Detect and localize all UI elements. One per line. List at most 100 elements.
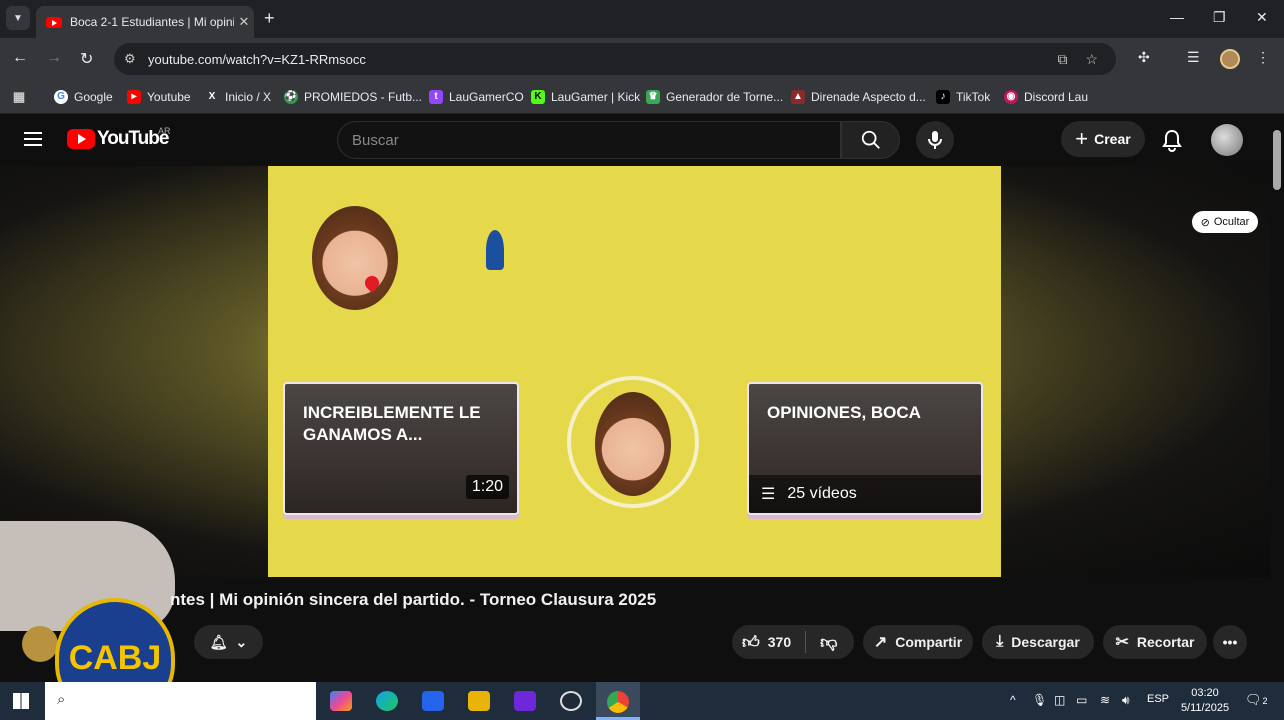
address-bar[interactable]: ⚙ youtube.com/watch?v=KZ1-RRmsocc ⧉ ☆ bbox=[114, 43, 1116, 75]
taskbar-search-box[interactable]: ⌕ bbox=[45, 682, 316, 720]
share-icon: ↗ bbox=[873, 634, 888, 651]
tray-volume-icon[interactable]: 🔊︎ bbox=[1122, 693, 1130, 708]
copilot-icon[interactable] bbox=[330, 691, 352, 711]
search-input[interactable]: Buscar bbox=[337, 121, 841, 159]
browser-title-bar: ▼ Boca 2-1 Estudiantes | Mi opinión ✕ + … bbox=[0, 0, 1284, 38]
video-player[interactable]: INCREIBLEMENTE LE GANAMOS A... 1:20 OPIN… bbox=[0, 166, 1270, 631]
forward-icon[interactable]: → bbox=[46, 49, 62, 67]
tray-overflow-icon[interactable]: ^ bbox=[1010, 693, 1016, 707]
search-button[interactable] bbox=[841, 121, 900, 159]
extensions-icon[interactable]: ✣ bbox=[1138, 49, 1150, 66]
maximize-icon[interactable]: ❐ bbox=[1213, 9, 1226, 26]
trophy-icon: ♛ bbox=[646, 90, 660, 104]
outlook-icon[interactable] bbox=[422, 691, 444, 711]
chrome-icon bbox=[607, 691, 629, 713]
scissors-icon: ✂ bbox=[1115, 634, 1129, 651]
channel-subscribe-avatar[interactable] bbox=[567, 376, 699, 508]
windows-start-icon[interactable] bbox=[13, 693, 29, 709]
bookmark-twitch[interactable]: t LauGamerCO bbox=[429, 87, 524, 107]
thumbs-down-icon: 👎︎ bbox=[820, 632, 838, 652]
direnade-icon: ▲ bbox=[791, 90, 805, 104]
tray-language[interactable]: ESP bbox=[1147, 693, 1169, 705]
obs-recorder-icon[interactable] bbox=[560, 691, 582, 711]
bookmark-star-icon[interactable]: ☆ bbox=[1085, 51, 1098, 68]
tray-clock[interactable]: 03:20 5/11/2025 bbox=[1180, 686, 1230, 716]
more-actions-button[interactable]: ••• bbox=[1213, 625, 1247, 659]
tiktok-icon: ♪ bbox=[936, 90, 950, 104]
install-app-icon[interactable]: ⧉ bbox=[1057, 51, 1067, 68]
channel-avatar[interactable] bbox=[22, 626, 58, 662]
notification-center-icon[interactable]: 🗨︎2 bbox=[1245, 692, 1268, 708]
tray-wifi-icon[interactable]: ≋ bbox=[1100, 693, 1110, 707]
site-info-icon[interactable]: ⚙ bbox=[124, 51, 146, 67]
back-icon[interactable]: ← bbox=[12, 49, 28, 67]
microphone-icon bbox=[928, 131, 942, 149]
channel-avatar-illustration bbox=[595, 392, 671, 496]
download-icon: ⤓ bbox=[996, 633, 1004, 650]
playlist-count-bar: ☰ 25 vídeos bbox=[749, 475, 981, 513]
url-text[interactable]: youtube.com/watch?v=KZ1-RRmsocc bbox=[148, 52, 1057, 67]
bookmark-youtube[interactable]: ▸ Youtube bbox=[127, 87, 191, 107]
plus-icon: + bbox=[1075, 126, 1089, 151]
close-window-icon[interactable]: ✕ bbox=[1256, 9, 1268, 26]
bookmark-discord[interactable]: ◉ Discord Lau bbox=[1004, 87, 1088, 107]
reload-icon[interactable]: ↻ bbox=[80, 49, 93, 69]
menu-kebab-icon[interactable]: ⋮ bbox=[1256, 49, 1270, 66]
file-explorer-icon[interactable] bbox=[468, 691, 490, 711]
clip-button[interactable]: ✂ Recortar bbox=[1103, 625, 1207, 659]
tab-search-button[interactable]: ▼ bbox=[6, 6, 30, 30]
divider bbox=[805, 631, 807, 653]
share-button[interactable]: ↗ Compartir bbox=[863, 625, 973, 659]
voice-search-button[interactable] bbox=[916, 121, 954, 159]
endscreen-video-title: INCREIBLEMENTE LE GANAMOS A... bbox=[303, 403, 481, 444]
close-tab-icon[interactable]: ✕ bbox=[234, 14, 254, 30]
hamburger-menu-icon[interactable] bbox=[24, 132, 42, 146]
download-button[interactable]: ⤓ Descargar bbox=[982, 625, 1094, 659]
apps-grid-icon[interactable]: ▦ bbox=[12, 87, 32, 107]
twitch-icon: t bbox=[429, 90, 443, 104]
youtube-favicon-icon bbox=[46, 16, 62, 28]
bookmark-google[interactable]: G Google bbox=[54, 87, 113, 107]
endscreen-playlist-title: OPINIONES, BOCA bbox=[767, 403, 921, 422]
edge-browser-icon[interactable] bbox=[376, 691, 398, 711]
search-icon bbox=[861, 130, 880, 149]
page-scrollbar[interactable] bbox=[1270, 114, 1284, 682]
scrollbar-thumb[interactable] bbox=[1273, 130, 1281, 190]
bookmark-tiktok[interactable]: ♪ TikTok bbox=[936, 87, 990, 107]
bookmarks-bar: ▦ G Google ▸ Youtube X Inicio / X ⚽ PROMIEDO… bbox=[0, 80, 1284, 114]
kick-icon: K bbox=[531, 90, 545, 104]
active-tab[interactable]: Boca 2-1 Estudiantes | Mi opinión ✕ bbox=[36, 6, 254, 38]
account-avatar[interactable] bbox=[1211, 124, 1243, 156]
notifications-bell-icon[interactable] bbox=[1161, 128, 1183, 152]
create-button[interactable]: + Crear bbox=[1061, 121, 1145, 157]
browser-toolbar: ← → ↻ ⚙ youtube.com/watch?v=KZ1-RRmsocc … bbox=[0, 38, 1284, 80]
tray-battery-icon[interactable]: ▭ bbox=[1076, 693, 1087, 707]
new-tab-icon[interactable]: + bbox=[264, 8, 275, 29]
playlist-icon: ☰ bbox=[761, 486, 776, 503]
subscription-bell-button[interactable]: 🔔︎ ⌄ bbox=[194, 625, 263, 659]
tray-camera-icon[interactable]: ◫ bbox=[1054, 693, 1065, 707]
figure-decoration bbox=[486, 230, 504, 270]
endscreen-video-card[interactable]: INCREIBLEMENTE LE GANAMOS A... 1:20 bbox=[283, 382, 519, 515]
media-queue-icon[interactable]: ☰ bbox=[1187, 49, 1200, 66]
like-button[interactable]: 👍︎ 370 bbox=[742, 632, 791, 653]
bookmark-x[interactable]: X Inicio / X bbox=[205, 87, 271, 107]
bookmark-kick[interactable]: K LauGamer | Kick bbox=[531, 87, 640, 107]
video-title: ntes | Mi opinión sincera del partido. -… bbox=[170, 590, 657, 609]
eye-off-icon: ⊘ bbox=[1200, 216, 1210, 229]
chrome-taskbar-button[interactable] bbox=[596, 682, 640, 720]
tray-mic-icon[interactable]: 🎙︎ bbox=[1032, 693, 1047, 707]
hide-endscreen-button[interactable]: ⊘ Ocultar bbox=[1192, 211, 1258, 233]
bookmark-promiedos[interactable]: ⚽ PROMIEDOS - Futb... bbox=[284, 87, 422, 107]
youtube-logo-icon[interactable] bbox=[67, 129, 95, 149]
endscreen-playlist-card[interactable]: OPINIONES, BOCA ☰ 25 vídeos bbox=[747, 382, 983, 515]
bookmark-generator[interactable]: ♛ Generador de Torne... bbox=[646, 87, 783, 107]
like-dislike-group: 👍︎ 370 👎︎ bbox=[732, 625, 854, 659]
dislike-button[interactable]: 👎︎ bbox=[820, 632, 837, 653]
app-spark-icon[interactable] bbox=[514, 691, 536, 711]
bookmark-direnade[interactable]: ▲ Direnade Aspecto d... bbox=[791, 87, 926, 107]
minimize-icon[interactable]: — bbox=[1170, 9, 1184, 25]
country-code: AR bbox=[158, 126, 171, 136]
search-icon: ⌕ bbox=[57, 691, 66, 708]
profile-avatar-icon[interactable] bbox=[1220, 49, 1240, 69]
